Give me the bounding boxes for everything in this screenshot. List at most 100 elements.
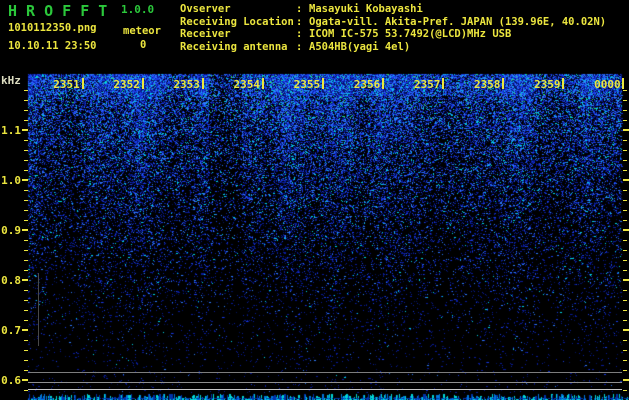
minute-tick: [261, 78, 264, 89]
freq-tick: [22, 229, 28, 231]
time-label: 2358: [473, 78, 501, 91]
freq-tick: [24, 120, 28, 121]
freq-tick: [24, 320, 28, 321]
freq-tick: [24, 210, 28, 211]
freq-tick: [24, 110, 28, 111]
freq-tick: [623, 110, 627, 111]
minute-tick: [562, 78, 565, 89]
freq-tick: [623, 279, 629, 281]
freq-tick: [623, 240, 627, 241]
mode-label: meteor: [123, 25, 161, 37]
freq-tick: [623, 210, 627, 211]
minute-tick: [502, 78, 505, 89]
info-value: Ogata-vill. Akita-Pref. JAPAN (139.96E, …: [309, 15, 607, 28]
time-label: 2355: [293, 78, 321, 91]
freq-tick: [623, 179, 629, 181]
freq-tick: [623, 160, 627, 161]
info-label: Receiver: [180, 28, 231, 41]
freq-tick: [623, 100, 627, 101]
station-info: Ovserver: Masayuki Kobayashi Receiving Loc…: [180, 3, 606, 54]
freq-tick: [24, 270, 28, 271]
info-label: Receiving Location: [180, 15, 294, 28]
info-colon: :: [296, 41, 303, 54]
minute-tick: [622, 78, 625, 89]
minute-tick: [201, 78, 204, 89]
hrofft-window: H R O F F T 1.0.0 1010112350.png meteor …: [0, 0, 629, 400]
time-label: 2351: [53, 78, 80, 91]
minute-tick: [382, 78, 384, 89]
freq-tick: [24, 160, 28, 161]
minute-tick: [321, 78, 324, 89]
minute-tick: [141, 78, 144, 89]
freq-tick: [623, 360, 627, 361]
freq-tick: [24, 90, 28, 91]
carrier-line: [28, 389, 622, 390]
freq-tick: [24, 190, 28, 191]
freq-tick: [22, 279, 28, 281]
freq-tick-label: 0.7: [1, 324, 21, 337]
freq-tick: [623, 340, 627, 341]
freq-tick: [623, 229, 629, 231]
freq-tick: [24, 240, 28, 241]
time-label: 2356: [353, 78, 381, 91]
freq-tick: [623, 300, 627, 301]
station-info-row: Ovserver: Masayuki Kobayashi: [180, 3, 606, 16]
freq-tick: [623, 379, 629, 381]
freq-tick: [623, 140, 627, 141]
freq-tick: [24, 340, 28, 341]
freq-tick-label: 0.6: [1, 374, 21, 387]
date-time: 10.10.11 23:50: [8, 40, 97, 52]
freq-tick: [22, 129, 28, 131]
station-info-row: Receiving Location: Ogata-vill. Akita-Pre…: [180, 16, 606, 29]
freq-tick: [24, 170, 28, 171]
time-label: 2354: [233, 78, 261, 91]
minute-tick: [81, 78, 84, 89]
app-title: H R O F F T: [8, 2, 108, 20]
freq-tick: [22, 329, 28, 331]
station-info-row: Receiver: ICOM IC-575 53.7492(@LCD)MHz US…: [180, 28, 606, 41]
freq-tick: [22, 179, 28, 181]
vertical-artifact-line: [38, 273, 39, 346]
freq-tick: [24, 370, 28, 371]
info-value: ICOM IC-575 53.7492(@LCD)MHz USB: [309, 28, 512, 41]
freq-tick: [623, 290, 627, 291]
freq-tick: [623, 310, 627, 311]
freq-tick: [24, 200, 28, 201]
spectrogram-canvas: [0, 0, 629, 400]
carrier-line: [28, 372, 622, 373]
freq-tick: [24, 300, 28, 301]
freq-tick: [623, 260, 627, 261]
time-label: 2359: [534, 78, 561, 91]
freq-tick: [623, 129, 629, 131]
freq-tick: [623, 270, 627, 271]
freq-tick: [24, 290, 28, 291]
freq-tick: [623, 220, 627, 221]
freq-tick-label: 0.8: [1, 274, 21, 287]
freq-tick: [24, 140, 28, 141]
freq-tick: [623, 370, 627, 371]
info-colon: :: [296, 3, 303, 15]
info-label: Receiving antenna: [180, 41, 288, 54]
freq-tick: [623, 320, 627, 321]
freq-tick: [24, 360, 28, 361]
freq-tick: [24, 310, 28, 311]
time-label: 0000: [594, 78, 621, 91]
freq-tick: [623, 200, 627, 201]
freq-tick-label: 1.1: [1, 124, 21, 137]
freq-tick: [22, 379, 28, 381]
info-colon: :: [296, 15, 303, 28]
freq-tick: [623, 329, 629, 331]
freq-tick: [623, 190, 627, 191]
time-label: 2352: [113, 78, 140, 91]
info-colon: :: [296, 28, 303, 41]
output-filename: 1010112350.png: [8, 22, 97, 34]
freq-tick: [623, 350, 627, 351]
freq-tick: [623, 170, 627, 171]
info-label: Ovserver: [180, 3, 231, 15]
meteor-count: 0: [140, 39, 147, 51]
carrier-line: [28, 382, 622, 383]
info-value: Masayuki Kobayashi: [309, 3, 423, 15]
minute-tick: [442, 78, 445, 89]
freq-tick: [24, 390, 28, 391]
station-info-row: Receiving antenna: A504HB(yagi 4el): [180, 41, 606, 54]
